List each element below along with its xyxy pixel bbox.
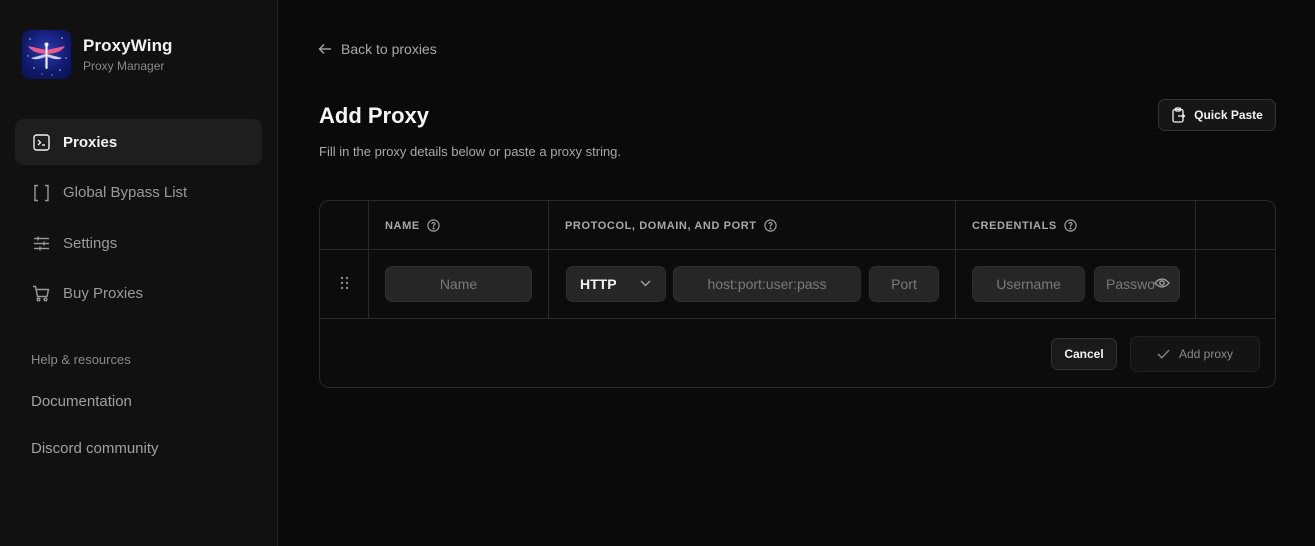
name-input[interactable] <box>385 266 532 302</box>
sidebar-item-proxies[interactable]: Proxies <box>15 119 262 165</box>
page-title: Add Proxy <box>319 103 430 128</box>
port-input[interactable] <box>869 266 939 302</box>
password-input[interactable] <box>1095 267 1155 301</box>
table-row: HTTP <box>320 250 1275 319</box>
add-proxy-label: Add proxy <box>1178 347 1234 361</box>
column-header-credentials: CREDENTIALS <box>972 219 1077 232</box>
eye-icon[interactable] <box>1154 277 1170 289</box>
column-divider <box>955 201 956 319</box>
sidebar-item-label: Buy Proxies <box>63 285 144 302</box>
help-circle-icon[interactable] <box>763 219 777 232</box>
sidebar-nav: Proxies Global Bypass List Settings Buy … <box>15 119 262 321</box>
username-input[interactable] <box>972 266 1085 302</box>
brand: ProxyWing Proxy Manager <box>22 30 173 79</box>
clipboard-icon <box>1172 107 1186 123</box>
protocol-select[interactable]: HTTP <box>566 266 666 302</box>
host-string-input[interactable] <box>673 266 861 302</box>
column-divider <box>548 201 549 319</box>
sidebar-item-buy-proxies[interactable]: Buy Proxies <box>15 271 262 317</box>
page-subtitle: Fill in the proxy details below or paste… <box>319 144 622 159</box>
brackets-icon <box>32 184 50 202</box>
documentation-link[interactable]: Documentation <box>31 393 132 410</box>
add-proxy-form: NAME PROTOCOL, DOMAIN, AND PORT CREDENTI… <box>319 200 1276 388</box>
main-content: Back to proxies Add Proxy Fill in the pr… <box>278 0 1315 546</box>
discord-community-link[interactable]: Discord community <box>31 440 159 457</box>
quick-paste-label: Quick Paste <box>1194 108 1263 122</box>
cart-icon <box>32 285 50 303</box>
column-header-protocol: PROTOCOL, DOMAIN, AND PORT <box>565 219 777 232</box>
protocol-value: HTTP <box>580 276 617 292</box>
sliders-icon <box>32 234 50 252</box>
proxywing-logo <box>22 30 71 79</box>
sidebar-item-global-bypass-list[interactable]: Global Bypass List <box>15 170 262 216</box>
table-header: NAME PROTOCOL, DOMAIN, AND PORT CREDENTI… <box>320 201 1275 250</box>
terminal-icon <box>32 133 50 151</box>
drag-handle-icon[interactable] <box>340 276 349 290</box>
add-proxy-button[interactable]: Add proxy <box>1130 336 1260 372</box>
sidebar: ProxyWing Proxy Manager Proxies Global B… <box>0 0 278 546</box>
column-header-name: NAME <box>385 219 440 232</box>
help-circle-icon[interactable] <box>427 219 440 232</box>
column-divider <box>1195 201 1196 319</box>
column-divider <box>368 201 369 319</box>
help-resources-title: Help & resources <box>31 352 131 367</box>
back-label: Back to proxies <box>341 41 437 57</box>
chevron-down-icon <box>640 280 651 287</box>
arrow-left-icon <box>318 44 331 54</box>
brand-subtitle: Proxy Manager <box>83 59 165 73</box>
help-circle-icon[interactable] <box>1064 219 1077 232</box>
brand-name: ProxyWing <box>83 36 173 55</box>
quick-paste-button[interactable]: Quick Paste <box>1158 99 1276 131</box>
password-field <box>1094 266 1180 302</box>
check-icon <box>1157 349 1170 359</box>
sidebar-item-label: Proxies <box>63 133 118 151</box>
sidebar-item-label: Settings <box>63 234 118 252</box>
sidebar-item-settings[interactable]: Settings <box>15 220 262 266</box>
back-to-proxies-link[interactable]: Back to proxies <box>318 41 437 57</box>
cancel-button[interactable]: Cancel <box>1051 338 1117 370</box>
sidebar-item-label: Global Bypass List <box>63 184 188 201</box>
